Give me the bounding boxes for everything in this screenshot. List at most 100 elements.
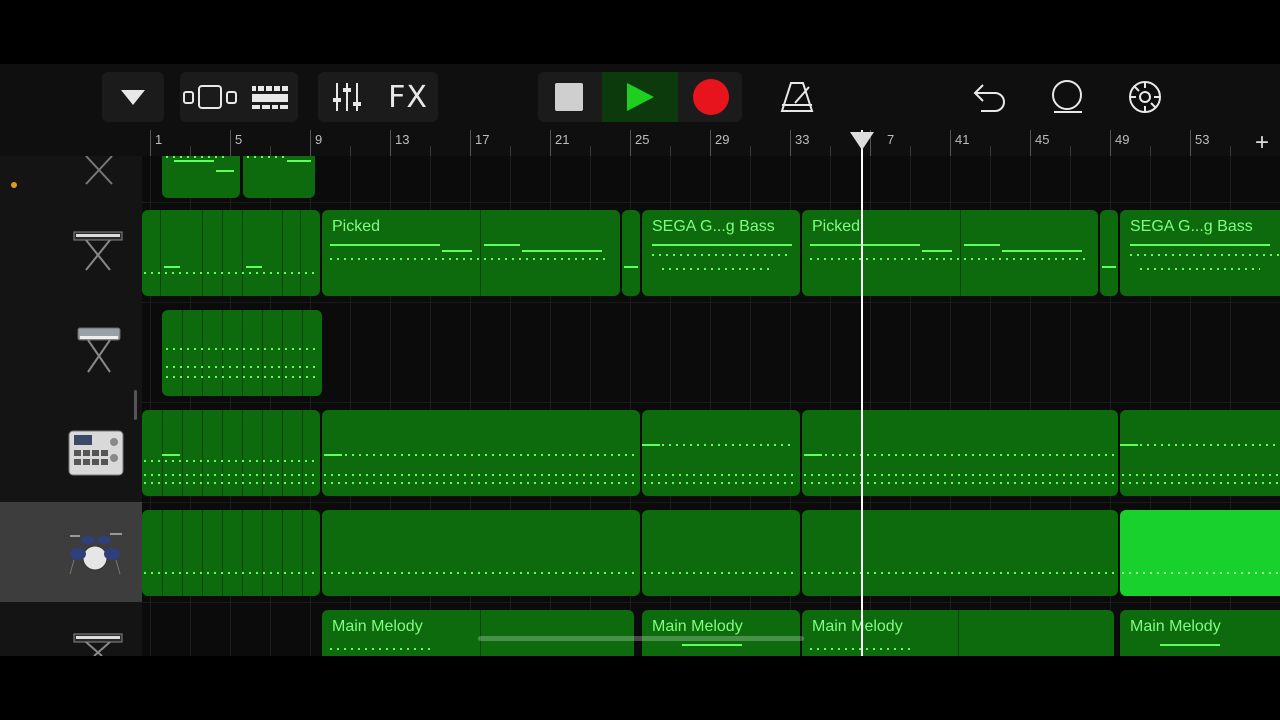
bar-number: 1: [155, 132, 163, 147]
playhead[interactable]: [861, 130, 863, 656]
region-main-melody[interactable]: Main Melody: [802, 610, 1114, 656]
horizontal-scroll-indicator: [478, 636, 804, 641]
ruler-tick: [310, 130, 311, 156]
region-main-melody[interactable]: Main Melody: [322, 610, 634, 656]
bar-number: 53: [1195, 132, 1210, 147]
region[interactable]: [322, 410, 640, 496]
region-main-melody[interactable]: Main Melody: [1120, 610, 1280, 656]
track-header-5[interactable]: [0, 502, 142, 603]
region-picked[interactable]: Picked: [802, 210, 1098, 296]
settings-button[interactable]: [1114, 72, 1176, 122]
region[interactable]: [162, 310, 322, 396]
bar-number: 21: [555, 132, 570, 147]
region[interactable]: [642, 410, 800, 496]
ruler-minor-tick: [430, 146, 431, 156]
region[interactable]: [322, 510, 640, 596]
bar-number: 5: [235, 132, 243, 147]
track-header-4[interactable]: [0, 402, 142, 503]
ruler-tick: [1030, 130, 1031, 156]
playhead-handle[interactable]: [850, 132, 874, 150]
ruler-tick: [390, 130, 391, 156]
ruler-minor-tick: [270, 146, 271, 156]
ruler-tick: [470, 130, 471, 156]
tracks-area[interactable]: Picked SEGA G...g Bass Picked SEGA G...g…: [142, 156, 1280, 656]
region-main-melody[interactable]: Main Melody: [642, 610, 800, 656]
tracks-view-button[interactable]: [242, 72, 298, 122]
track-activity-dot: [11, 182, 17, 188]
region[interactable]: [802, 410, 1118, 496]
region[interactable]: [1120, 410, 1280, 496]
ruler-tick: [550, 130, 551, 156]
region-label: Main Melody: [332, 618, 423, 635]
ruler-minor-tick: [990, 146, 991, 156]
ruler-minor-tick: [510, 146, 511, 156]
ruler-minor-tick: [670, 146, 671, 156]
bar-number: 17: [475, 132, 490, 147]
instrument-view-icon: [183, 85, 237, 109]
region[interactable]: [142, 210, 320, 296]
play-button[interactable]: [602, 72, 678, 122]
region[interactable]: [243, 156, 315, 198]
drum-kit-icon: [69, 533, 122, 575]
track-controls-button[interactable]: [318, 72, 376, 122]
ruler-minor-tick: [1230, 146, 1231, 156]
bar-number: 41: [955, 132, 970, 147]
ruler-tick: [630, 130, 631, 156]
region[interactable]: [622, 210, 640, 296]
garageband-tracks-view: FX 1 5 9 13 17 21 25 29 33 41 45 49 53 7…: [0, 64, 1280, 656]
region-label: Main Melody: [652, 618, 743, 635]
gear-icon: [1129, 81, 1161, 113]
browser-menu-button[interactable]: [102, 72, 164, 122]
bar-number: 9: [315, 132, 323, 147]
region[interactable]: [642, 510, 800, 596]
region-selected[interactable]: [1120, 510, 1280, 596]
ruler-minor-tick: [590, 146, 591, 156]
ruler-minor-tick: [910, 146, 911, 156]
track-header-3[interactable]: [0, 302, 142, 403]
region-sega-bass[interactable]: SEGA G...g Bass: [1120, 210, 1280, 296]
fx-button[interactable]: FX: [378, 72, 438, 122]
ruler-minor-tick: [350, 146, 351, 156]
undo-button[interactable]: [958, 72, 1020, 122]
transport-group: [538, 72, 742, 122]
region[interactable]: [142, 410, 320, 496]
keyboard-stand-icon: [73, 633, 123, 656]
ruler-tick: [150, 130, 151, 156]
region-picked[interactable]: Picked: [322, 210, 620, 296]
ruler-minor-tick: [1150, 146, 1151, 156]
fx-label: FX: [388, 79, 428, 115]
undo-icon: [973, 84, 1005, 112]
metronome-button[interactable]: [766, 72, 828, 122]
keyboard-stand-icon: [73, 231, 123, 271]
region[interactable]: [802, 510, 1118, 596]
metronome-icon: [780, 82, 814, 112]
region-label: Picked: [812, 218, 861, 235]
keyboard-icon: [85, 156, 113, 185]
region[interactable]: [142, 510, 320, 596]
ruler-minor-tick: [190, 146, 191, 156]
synth-keyboard-icon: [77, 327, 121, 373]
loop-icon: [1052, 80, 1082, 113]
record-button[interactable]: [680, 72, 742, 122]
ruler-tick: [230, 130, 231, 156]
track-header-2[interactable]: [0, 202, 142, 303]
region-sega-bass[interactable]: SEGA G...g Bass: [642, 210, 800, 296]
bar-number: 33: [795, 132, 810, 147]
play-icon: [627, 83, 654, 111]
add-section-button[interactable]: +: [1244, 129, 1280, 156]
loop-browser-button[interactable]: [1036, 72, 1098, 122]
instrument-view-button[interactable]: [180, 72, 240, 122]
region-label: SEGA G...g Bass: [652, 218, 775, 235]
track-headers: [0, 156, 142, 656]
ruler-tick: [950, 130, 951, 156]
timeline-ruler[interactable]: 1 5 9 13 17 21 25 29 33 41 45 49 53 7: [142, 130, 1280, 157]
track-header-1[interactable]: [0, 156, 142, 203]
plus-icon: +: [1254, 129, 1269, 156]
stop-button[interactable]: [538, 72, 600, 122]
track-list-scroll-indicator: [134, 390, 137, 420]
region[interactable]: [162, 156, 240, 198]
region[interactable]: [1100, 210, 1118, 296]
ruler-tick: [1110, 130, 1111, 156]
region-label: Main Melody: [1130, 618, 1221, 635]
track-header-6[interactable]: [0, 602, 142, 656]
